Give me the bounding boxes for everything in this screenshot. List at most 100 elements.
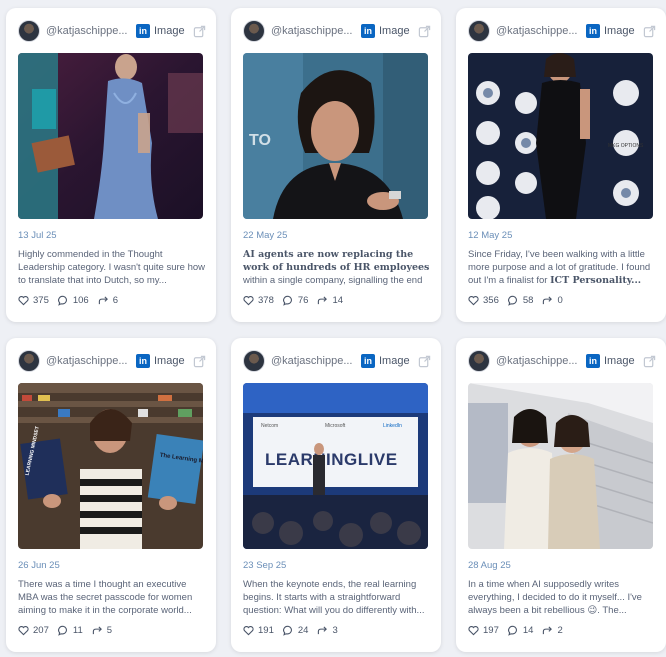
post-text: When the keynote ends, the real learning… [243,579,425,616]
likes-count: 197 [483,625,499,636]
comments-stat: 76 [282,295,309,306]
post-stats: 375 106 6 [18,295,127,306]
avatar [468,20,490,42]
author-handle: @katjaschippe... [496,25,578,37]
shares-count: 0 [557,295,563,306]
image-banner-text: LEARNINGLIVE [265,450,398,469]
post-card[interactable]: @katjaschippe... in Image [456,338,666,652]
posts-grid: @katjaschippe... in Image 13 Jul 25 High… [6,8,666,652]
comments-stat: 14 [507,625,534,636]
comments-stat: 24 [282,625,308,636]
external-link-icon[interactable] [643,355,656,368]
shares-stat: 3 [317,625,338,636]
post-card[interactable]: @katjaschippe... in Image TO 22 May 25 A… [231,8,441,322]
post-card[interactable]: @katjaschippe... in Image MKG OPTIONS 12… [456,8,666,322]
post-date: 12 May 25 [468,230,513,241]
post-text: There was a time I thought an executive … [18,579,193,616]
comments-stat: 11 [57,625,83,636]
post-text: Highly commended in the Thought Leadersh… [18,249,205,286]
shares-count: 6 [112,295,119,306]
author-handle: @katjaschippe... [271,25,353,37]
linkedin-icon: in [136,24,150,38]
comments-count: 58 [522,295,534,306]
linkedin-icon: in [361,24,375,38]
comment-icon [57,295,67,306]
external-link-icon[interactable] [418,25,431,38]
card-header: @katjaschippe... in Image [18,19,206,43]
post-text: Since Friday, I've been walking with a l… [468,249,651,286]
heart-icon [468,296,479,306]
avatar [243,20,265,42]
likes-count: 378 [258,295,274,306]
external-link-icon[interactable] [193,25,206,38]
heart-icon [18,626,29,636]
likes-count: 356 [483,295,499,306]
post-date: 22 May 25 [243,230,288,241]
share-icon [318,626,328,635]
shares-count: 3 [332,625,338,636]
shares-stat: 14 [317,295,343,306]
post-image[interactable] [18,53,203,219]
avatar [18,20,40,42]
shares-stat: 2 [542,625,563,636]
post-card[interactable]: @katjaschippe... in Image [6,8,216,322]
comments-count: 106 [72,295,89,306]
post-stats: 191 24 3 [243,625,347,636]
heart-icon [243,296,254,306]
image-sponsor-2: Microsoft [325,423,346,429]
post-image[interactable]: LEARNING MINDSET The Learning Mindset [18,383,203,549]
post-stats: 207 11 5 [18,625,121,636]
author-handle: @katjaschippe... [46,355,128,367]
post-card[interactable]: @katjaschippe... in Image Netcom Microso… [231,338,441,652]
comments-count: 14 [522,625,534,636]
linkedin-icon: in [586,354,600,368]
post-stats: 356 58 0 [468,295,572,306]
post-type-label: Image [604,355,635,367]
shares-stat: 5 [92,625,112,636]
post-image[interactable]: Netcom Microsoft LinkedIn LEARNINGLIVE [243,383,428,549]
image-sponsor-3: LinkedIn [383,423,402,429]
post-stats: 197 14 2 [468,625,572,636]
share-icon [92,626,102,635]
post-text: AI agents are now replacing the work of … [243,249,430,286]
external-link-icon[interactable] [643,25,656,38]
post-date: 28 Aug 25 [468,560,511,571]
comment-icon [282,625,292,636]
shares-count: 14 [332,295,344,306]
external-link-icon[interactable] [193,355,206,368]
post-card[interactable]: @katjaschippe... in Image [6,338,216,652]
post-date: 23 Sep 25 [243,560,287,571]
post-type-label: Image [154,355,185,367]
likes-stat: 207 [18,625,49,636]
comments-stat: 106 [57,295,89,306]
linkedin-icon: in [586,24,600,38]
post-image[interactable]: TO [243,53,428,219]
post-image[interactable]: MKG OPTIONS [468,53,653,219]
likes-stat: 375 [18,295,49,306]
linkedin-icon: in [361,354,375,368]
post-image[interactable] [468,383,653,549]
share-icon [318,296,328,305]
external-link-icon[interactable] [418,355,431,368]
likes-count: 191 [258,625,274,636]
post-stats: 378 76 14 [243,295,352,306]
comment-icon [57,625,67,636]
heart-icon [468,626,479,636]
likes-stat: 197 [468,625,499,636]
post-date: 13 Jul 25 [18,230,57,241]
likes-stat: 378 [243,295,274,306]
linkedin-icon: in [136,354,150,368]
comments-count: 76 [297,295,309,306]
comment-icon [507,295,517,306]
card-header: @katjaschippe... in Image [468,19,656,43]
shares-stat: 0 [542,295,563,306]
comment-icon [507,625,517,636]
image-sponsor-1: Netcom [261,423,278,429]
avatar [18,350,40,372]
card-header: @katjaschippe... in Image [18,349,206,373]
card-header: @katjaschippe... in Image [243,349,431,373]
likes-count: 375 [33,295,49,306]
author-handle: @katjaschippe... [271,355,353,367]
post-date: 26 Jun 25 [18,560,60,571]
card-header: @katjaschippe... in Image [243,19,431,43]
